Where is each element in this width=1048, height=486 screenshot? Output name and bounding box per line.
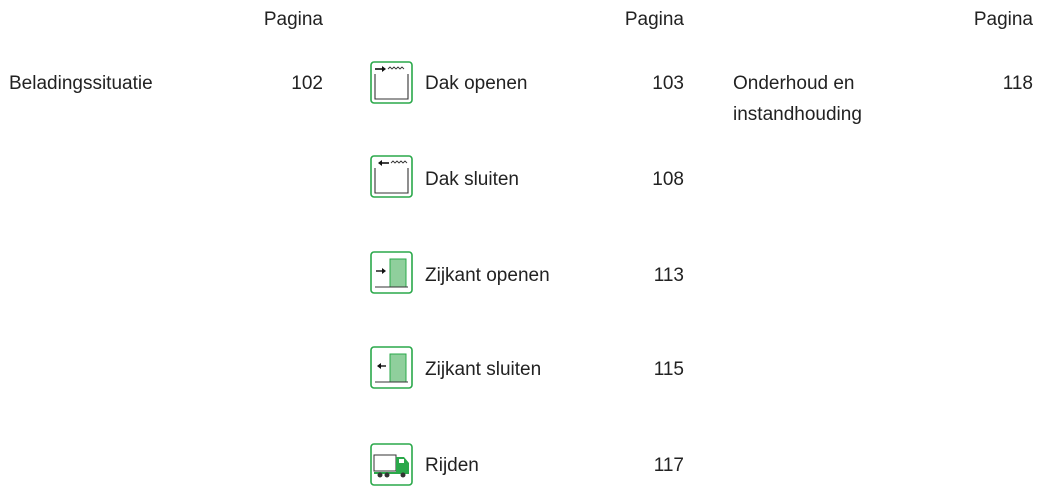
side-close-icon — [370, 346, 413, 389]
toc-entry-label[interactable]: Beladingssituatie — [9, 71, 153, 97]
toc-entry-label-line2[interactable]: instandhouding — [733, 102, 862, 128]
side-open-icon — [370, 251, 413, 294]
truck-driving-icon — [370, 443, 413, 486]
column-header-page-3: Pagina — [973, 9, 1033, 30]
column-header-page-1: Pagina — [263, 9, 323, 30]
toc-entry-page[interactable]: 117 — [654, 453, 684, 479]
toc-entry-page[interactable]: 103 — [652, 71, 684, 97]
toc-entry-page[interactable]: 113 — [654, 263, 684, 289]
toc-entry-page[interactable]: 115 — [654, 357, 684, 383]
toc-entry-page[interactable]: 108 — [652, 167, 684, 193]
column-header-page-2: Pagina — [624, 9, 684, 30]
roof-close-icon — [370, 155, 413, 198]
toc-entry-page[interactable]: 118 — [1003, 71, 1033, 97]
toc-entry-label[interactable]: Rijden — [425, 453, 479, 479]
roof-open-icon — [370, 61, 413, 104]
toc-entry-label[interactable]: Dak sluiten — [425, 167, 519, 193]
toc-entry-label[interactable]: Dak openen — [425, 71, 527, 97]
toc-entry-page[interactable]: 102 — [291, 71, 323, 97]
toc-entry-label[interactable]: Zijkant sluiten — [425, 357, 541, 383]
toc-entry-label-line1[interactable]: Onderhoud en — [733, 71, 855, 97]
toc-entry-label[interactable]: Zijkant openen — [425, 263, 550, 289]
